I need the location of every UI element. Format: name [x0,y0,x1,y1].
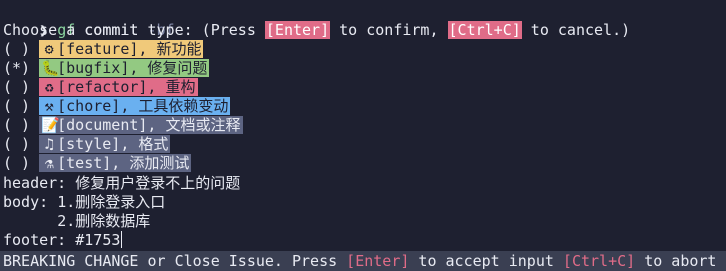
option-radio[interactable]: ( ) [3,78,30,96]
commit-type-option[interactable]: ( ) ⚒ [chore], 工具依赖变动 [3,97,231,116]
bug-icon: 🐛 [41,59,60,77]
body-field: body: 1.删除登录入口 [3,193,165,212]
text-cursor [121,231,123,248]
option-label: [refactor], 重构 [57,78,196,96]
status-prefix: BREAKING CHANGE or Close Issue. Press [3,252,347,270]
option-radio[interactable]: ( ) [3,154,30,172]
body-field-continued: 2.删除数据库 [3,212,150,231]
option-chip: 📝[document], 文档或注释 [39,116,243,134]
status-enter-key: [Enter] [346,252,410,270]
recycle-icon: ♻ [44,78,54,96]
option-chip: ♫ [style], 格式 [39,135,171,153]
body-label: body: [3,193,49,211]
memo-icon: 📝 [41,116,60,134]
gear-icon: ⚙ [44,40,54,58]
question-line: Choose a commit type: (Press [Enter] to … [3,21,630,40]
footer-label: footer: [3,231,67,249]
option-chip: ⚒ [chore], 工具依赖变动 [39,97,231,115]
command-line: ❯ gf commit -bf [3,2,174,39]
commit-type-option[interactable]: ( ) ⚗ [test], 添加测试 [3,154,192,173]
terminal-window: ❯ gf commit -bf Choose a commit type: (P… [0,0,726,271]
option-radio[interactable]: ( ) [3,116,30,134]
status-ctrl-c-key: [Ctrl+C] [562,252,636,270]
option-radio[interactable]: ( ) [3,40,30,58]
question-middle: to confirm, [330,21,448,39]
option-label: [style], 格式 [57,135,169,153]
commit-type-option[interactable]: (*) 🐛[bugfix], 修复问题 [3,59,210,78]
header-label: header: [3,174,67,192]
option-radio[interactable]: ( ) [3,97,30,115]
option-label: [feature], 新功能 [57,40,202,58]
commit-type-option[interactable]: ( ) ⚙ [feature], 新功能 [3,40,204,59]
commit-type-option[interactable]: ( ) 📝[document], 文档或注释 [3,116,243,135]
status-bar: BREAKING CHANGE or Close Issue. Press [E… [0,251,726,271]
option-label: [chore], 工具依赖变动 [57,97,229,115]
enter-key-hint: [Enter] [264,21,331,39]
question-suffix: to cancel.) [521,21,631,39]
option-radio[interactable]: ( ) [3,135,30,153]
music-icon: ♫ [44,135,54,153]
option-label: [bugfix], 修复问题 [57,59,208,77]
test-icon: ⚗ [44,154,54,172]
header-value[interactable]: 修复用户登录不上的问题 [75,174,240,192]
status-suffix: to abort [635,252,717,270]
ctrl-c-key-hint: [Ctrl+C] [447,21,522,39]
commit-type-option[interactable]: ( ) ♻ [refactor], 重构 [3,78,198,97]
body-value-line-1[interactable]: 1.删除登录入口 [57,193,165,211]
status-middle: to accept input [409,252,563,270]
question-prefix: Choose a commit type: (Press [3,21,265,39]
option-chip: ♻ [refactor], 重构 [39,78,198,96]
commit-type-option[interactable]: ( ) ♫ [style], 格式 [3,135,171,154]
option-chip: ⚗ [test], 添加测试 [39,154,192,172]
body-value-line-2[interactable]: 2.删除数据库 [57,212,150,230]
footer-field: footer: #1753 [3,231,123,250]
option-radio[interactable]: (*) [3,59,30,77]
option-label: [test], 添加测试 [57,154,190,172]
header-field: header: 修复用户登录不上的问题 [3,174,240,193]
option-label: [document], 文档或注释 [57,116,241,134]
option-chip: 🐛[bugfix], 修复问题 [39,59,210,77]
tools-icon: ⚒ [44,97,54,115]
option-chip: ⚙ [feature], 新功能 [39,40,204,58]
footer-value[interactable]: #1753 [75,231,120,249]
